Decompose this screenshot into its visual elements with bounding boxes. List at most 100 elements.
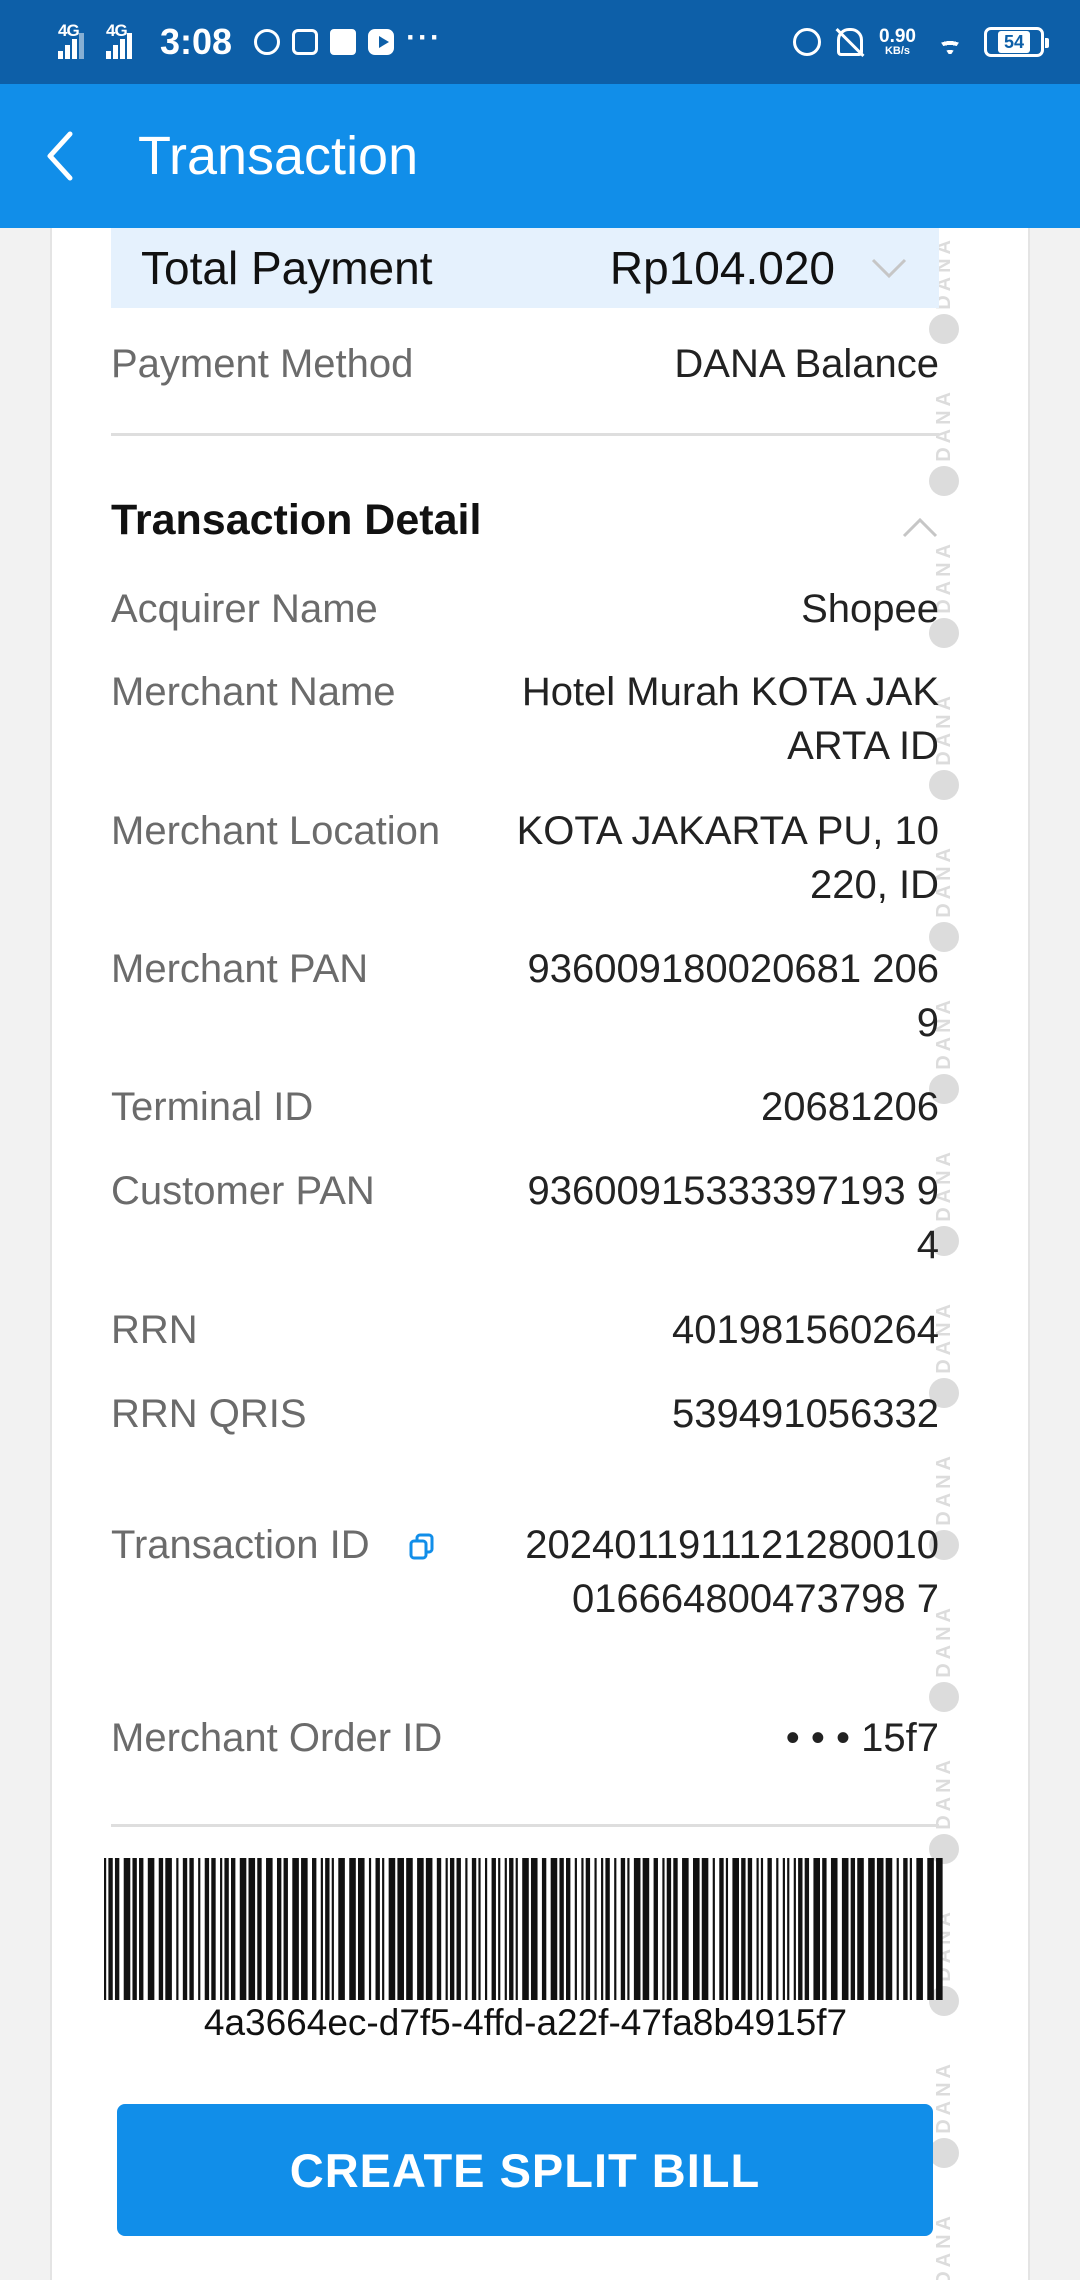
dana-logo-icon — [929, 1681, 959, 1712]
copy-icon[interactable] — [407, 1532, 437, 1562]
barcode-bar — [491, 1858, 496, 2000]
barcode-bar — [182, 1858, 188, 2000]
barcode-bar — [633, 1858, 641, 2000]
barcode-bar — [916, 1858, 923, 2000]
barcode-bar — [850, 1858, 856, 2000]
status-bar: 4G 4G 3:08 ··· 0.90 KB/s 54 — [0, 0, 1080, 84]
barcode-bar — [349, 1858, 356, 2000]
barcode-bar — [147, 1858, 155, 2000]
barcode-bar — [776, 1858, 779, 2000]
signal-icon: 4G — [106, 21, 142, 59]
payment-method-value: DANA Balance — [674, 342, 939, 386]
chevron-up-icon[interactable] — [900, 512, 940, 542]
barcode-bar — [331, 1858, 334, 2000]
barcode-bar — [822, 1858, 827, 2000]
total-payment-row[interactable]: Total Payment Rp104.020 — [111, 228, 939, 308]
barcode-bar — [239, 1858, 247, 2000]
barcode-bar — [123, 1858, 131, 2000]
signal-icon: 4G — [58, 21, 94, 59]
youtube-icon — [368, 29, 395, 55]
barcode-bar — [601, 1858, 604, 2000]
barcode-bar — [581, 1858, 584, 2000]
payment-method-label: Payment Method — [111, 342, 414, 386]
whatsapp-icon — [254, 29, 281, 55]
network-speed: 0.90 KB/s — [879, 27, 916, 57]
barcode-bar — [325, 1858, 330, 2000]
dana-logo-icon — [929, 2137, 959, 2168]
barcode-bar — [471, 1858, 477, 2000]
barcode-bar — [338, 1858, 345, 2000]
barcode-bar — [312, 1858, 317, 2000]
back-button[interactable] — [0, 84, 120, 228]
total-payment-label: Total Payment — [141, 242, 433, 294]
section-title-transaction-detail: Transaction Detail — [111, 496, 482, 544]
barcode-bar — [662, 1858, 665, 2000]
detail-row-terminal-id: Terminal ID 20681206 — [111, 1080, 939, 1134]
barcode-bar — [798, 1858, 803, 2000]
barcode-bar — [382, 1858, 385, 2000]
barcode-bar — [320, 1858, 323, 2000]
detail-label: Merchant Name — [111, 670, 396, 714]
barcode-bar — [927, 1858, 934, 2000]
barcode-bar — [108, 1858, 113, 2000]
barcode-bar — [436, 1858, 442, 2000]
barcode-bar — [257, 1858, 262, 2000]
barcode-bar — [292, 1858, 299, 2000]
status-time: 3:08 — [160, 21, 233, 62]
barcode-bar — [620, 1858, 626, 2000]
chevron-left-icon — [47, 131, 73, 181]
barcode-bar — [782, 1858, 785, 2000]
app-bar: Transaction — [0, 84, 1080, 228]
chevron-down-icon[interactable] — [869, 248, 909, 288]
barcode-bar — [673, 1858, 678, 2000]
barcode-bar — [936, 1858, 943, 2000]
network-type-label: 4G — [106, 21, 128, 40]
barcode-bar — [375, 1858, 380, 2000]
barcode-bar — [666, 1858, 672, 2000]
barcode-bar — [693, 1858, 700, 2000]
barcode-bar — [132, 1858, 137, 2000]
barcode-bar — [158, 1858, 164, 2000]
detail-label: RRN — [111, 1308, 198, 1352]
barcode-bar — [176, 1858, 179, 2000]
barcode-bar — [760, 1858, 764, 2000]
barcode-bar — [813, 1858, 820, 2000]
detail-row-transaction-id: Transaction ID 2024011911121280010016664… — [111, 1518, 939, 1626]
watermark-text: DANA — [932, 388, 955, 462]
detail-row-rrn-qris: RRN QRIS 539491056332 — [111, 1387, 939, 1441]
barcode-bar — [139, 1858, 144, 2000]
create-split-bill-button[interactable]: CREATE SPLIT BILL — [117, 2104, 933, 2236]
barcode-bar — [530, 1858, 538, 2000]
detail-value: 20681206 — [761, 1085, 939, 1129]
barcode-bar — [478, 1858, 481, 2000]
divider — [111, 1824, 939, 1827]
total-payment-amount: Rp104.020 — [609, 242, 835, 294]
barcode-text: 4a3664ec-d7f5-4ffd-a22f-47fa8b4915f7 — [203, 2002, 848, 2043]
watermark-text: DANA — [932, 1452, 955, 1526]
battery-icon: 54 — [984, 27, 1049, 57]
barcode-bar — [114, 1858, 120, 2000]
barcode-bar — [550, 1858, 558, 2000]
barcode-bar — [903, 1858, 908, 2000]
watermark-text: DANA — [932, 1756, 955, 1830]
barcode-bar — [204, 1858, 210, 2000]
barcode-bar — [719, 1858, 724, 2000]
alarm-icon — [793, 28, 822, 56]
wifi-icon — [932, 29, 968, 55]
detail-value: Hotel Murah KOTA JAKARTA ID — [521, 670, 939, 768]
detail-value: 401981560264 — [672, 1308, 939, 1352]
detail-label: Acquirer Name — [111, 587, 378, 631]
barcode-bar — [504, 1858, 507, 2000]
speed-unit: KB/s — [884, 45, 911, 57]
barcode-bar — [283, 1858, 288, 2000]
barcode-bar — [224, 1858, 229, 2000]
payment-method-row: Payment Method DANA Balance — [111, 337, 939, 391]
detail-value: 539491056332 — [672, 1392, 939, 1436]
more-notifications-icon: ··· — [406, 21, 443, 54]
barcode-bar — [885, 1858, 893, 2000]
barcode-bar — [522, 1858, 529, 2000]
detail-label: Customer PAN — [111, 1169, 375, 1213]
barcode-bar — [741, 1858, 746, 2000]
detail-row-merchant-pan: Merchant PAN 936009180020681 2069 — [111, 942, 939, 1050]
detail-label: RRN QRIS — [111, 1392, 307, 1436]
